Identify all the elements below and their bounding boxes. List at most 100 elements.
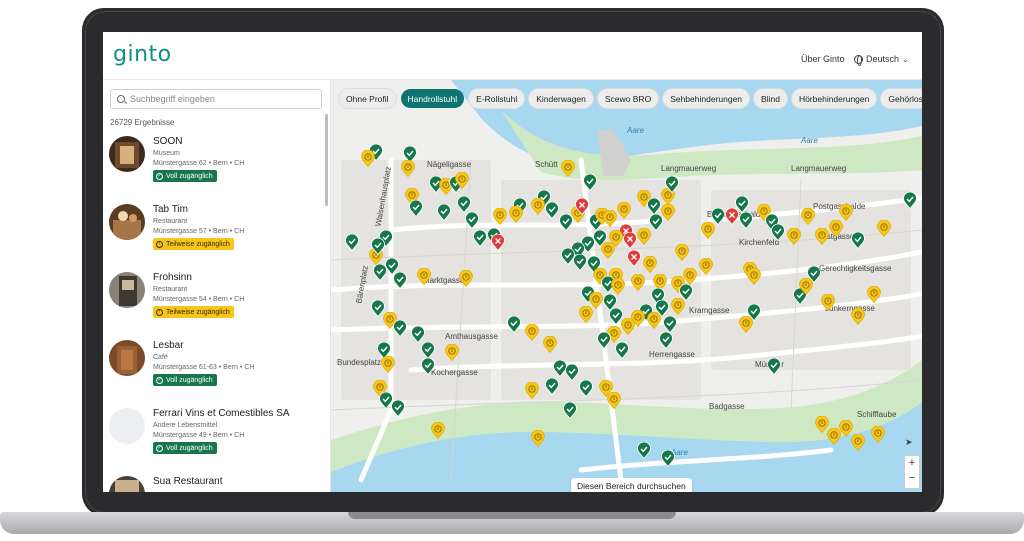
filter-chip[interactable]: Hörbehinderungen	[791, 89, 877, 108]
partially-accessible-marker[interactable]	[531, 430, 545, 447]
accessible-place-marker[interactable]	[583, 174, 597, 191]
ginto-logo[interactable]: ginto	[113, 42, 172, 67]
partially-accessible-marker[interactable]	[683, 268, 697, 285]
partially-accessible-marker[interactable]	[821, 294, 835, 311]
accessible-place-marker[interactable]	[345, 234, 359, 251]
not-accessible-marker[interactable]	[627, 250, 641, 267]
filter-chip[interactable]: Blind	[754, 89, 787, 108]
accessible-place-marker[interactable]	[661, 450, 675, 467]
partially-accessible-marker[interactable]	[799, 278, 813, 295]
accessible-place-marker[interactable]	[565, 364, 579, 381]
filter-chip[interactable]: Scewo BRO	[597, 89, 659, 108]
partially-accessible-marker[interactable]	[459, 270, 473, 287]
accessible-place-marker[interactable]	[649, 214, 663, 231]
language-selector[interactable]: Deutsch ⌄	[854, 54, 909, 66]
partially-accessible-marker[interactable]	[699, 258, 713, 275]
partially-accessible-marker[interactable]	[361, 150, 375, 167]
accessible-place-marker[interactable]	[663, 316, 677, 333]
result-item[interactable]: Frohsinn Restaurant Münstergasse 54 • Be…	[109, 264, 321, 326]
filter-chip-active[interactable]: Handrollstuhl	[400, 89, 465, 108]
partially-accessible-marker[interactable]	[815, 228, 829, 245]
accessible-place-marker[interactable]	[665, 176, 679, 193]
about-link[interactable]: Über Ginto	[801, 54, 845, 64]
accessible-place-marker[interactable]	[739, 212, 753, 229]
accessible-place-marker[interactable]	[393, 320, 407, 337]
partially-accessible-marker[interactable]	[851, 434, 865, 451]
partially-accessible-marker[interactable]	[543, 336, 557, 353]
not-accessible-marker[interactable]	[575, 198, 589, 215]
accessible-place-marker[interactable]	[659, 332, 673, 349]
search-box[interactable]	[110, 89, 322, 109]
zoom-in-button[interactable]: +	[909, 456, 915, 471]
accessible-place-marker[interactable]	[373, 264, 387, 281]
accessible-place-marker[interactable]	[593, 230, 607, 247]
accessible-place-marker[interactable]	[563, 402, 577, 419]
partially-accessible-marker[interactable]	[561, 160, 575, 177]
result-item[interactable]: Ferrari Vins et Comestibles SA Andere Le…	[109, 400, 321, 462]
partially-accessible-marker[interactable]	[829, 220, 843, 237]
partially-accessible-marker[interactable]	[611, 278, 625, 295]
partially-accessible-marker[interactable]	[643, 256, 657, 273]
result-item[interactable]: Lesbar Café Münstergasse 61-63 • Bern • …	[109, 332, 321, 394]
accessible-place-marker[interactable]	[903, 192, 917, 209]
search-input[interactable]	[130, 94, 310, 104]
accessible-place-marker[interactable]	[573, 254, 587, 271]
accessible-place-marker[interactable]	[371, 238, 385, 255]
accessible-place-marker[interactable]	[771, 224, 785, 241]
accessible-place-marker[interactable]	[579, 380, 593, 397]
result-item[interactable]: Sua Restaurant	[109, 468, 321, 492]
filter-chip[interactable]: Kinderwagen	[529, 89, 593, 108]
partially-accessible-marker[interactable]	[631, 274, 645, 291]
partially-accessible-marker[interactable]	[871, 426, 885, 443]
filter-chip[interactable]: Sehbehinderungen	[663, 89, 750, 108]
filter-chip[interactable]: Ohne Profil	[339, 89, 396, 108]
map-view[interactable]: Ohne Profil Handrollstuhl E-Rollstuhl Ki…	[331, 80, 922, 492]
accessible-place-marker[interactable]	[457, 196, 471, 213]
partially-accessible-marker[interactable]	[531, 198, 545, 215]
accessible-place-marker[interactable]	[421, 342, 435, 359]
accessible-place-marker[interactable]	[507, 316, 521, 333]
accessible-place-marker[interactable]	[465, 212, 479, 229]
partially-accessible-marker[interactable]	[839, 204, 853, 221]
partially-accessible-marker[interactable]	[607, 392, 621, 409]
accessible-place-marker[interactable]	[735, 196, 749, 213]
partially-accessible-marker[interactable]	[661, 204, 675, 221]
accessible-place-marker[interactable]	[409, 200, 423, 217]
result-item[interactable]: SOON Museum Münstergasse 62 • Bern • CH …	[109, 128, 321, 190]
accessible-place-marker[interactable]	[391, 400, 405, 417]
partially-accessible-marker[interactable]	[739, 316, 753, 333]
partially-accessible-marker[interactable]	[867, 286, 881, 303]
not-accessible-marker[interactable]	[623, 232, 637, 249]
filter-chip[interactable]: Gehörlos	[881, 89, 922, 108]
zoom-out-button[interactable]: −	[909, 471, 915, 486]
partially-accessible-marker[interactable]	[637, 228, 651, 245]
accessible-place-marker[interactable]	[437, 204, 451, 221]
partially-accessible-marker[interactable]	[417, 268, 431, 285]
accessible-place-marker[interactable]	[851, 232, 865, 249]
accessible-place-marker[interactable]	[767, 358, 781, 375]
partially-accessible-marker[interactable]	[493, 208, 507, 225]
partially-accessible-marker[interactable]	[851, 308, 865, 325]
partially-accessible-marker[interactable]	[525, 382, 539, 399]
partially-accessible-marker[interactable]	[401, 160, 415, 177]
results-scrollbar[interactable]	[325, 114, 328, 206]
accessible-place-marker[interactable]	[597, 332, 611, 349]
partially-accessible-marker[interactable]	[603, 210, 617, 227]
partially-accessible-marker[interactable]	[381, 356, 395, 373]
not-accessible-marker[interactable]	[491, 234, 505, 251]
accessible-place-marker[interactable]	[615, 342, 629, 359]
partially-accessible-marker[interactable]	[671, 298, 685, 315]
partially-accessible-marker[interactable]	[787, 228, 801, 245]
partially-accessible-marker[interactable]	[431, 422, 445, 439]
result-item[interactable]: Tab Tim Restaurant Münstergasse 57 • Ber…	[109, 196, 321, 258]
partially-accessible-marker[interactable]	[579, 306, 593, 323]
accessible-place-marker[interactable]	[647, 198, 661, 215]
accessible-place-marker[interactable]	[473, 230, 487, 247]
filter-chip[interactable]: E-Rollstuhl	[469, 89, 525, 108]
accessible-place-marker[interactable]	[545, 378, 559, 395]
partially-accessible-marker[interactable]	[509, 206, 523, 223]
accessible-place-marker[interactable]	[545, 202, 559, 219]
partially-accessible-marker[interactable]	[647, 312, 661, 329]
location-arrow-icon[interactable]: ➤	[905, 437, 913, 448]
partially-accessible-marker[interactable]	[877, 220, 891, 237]
